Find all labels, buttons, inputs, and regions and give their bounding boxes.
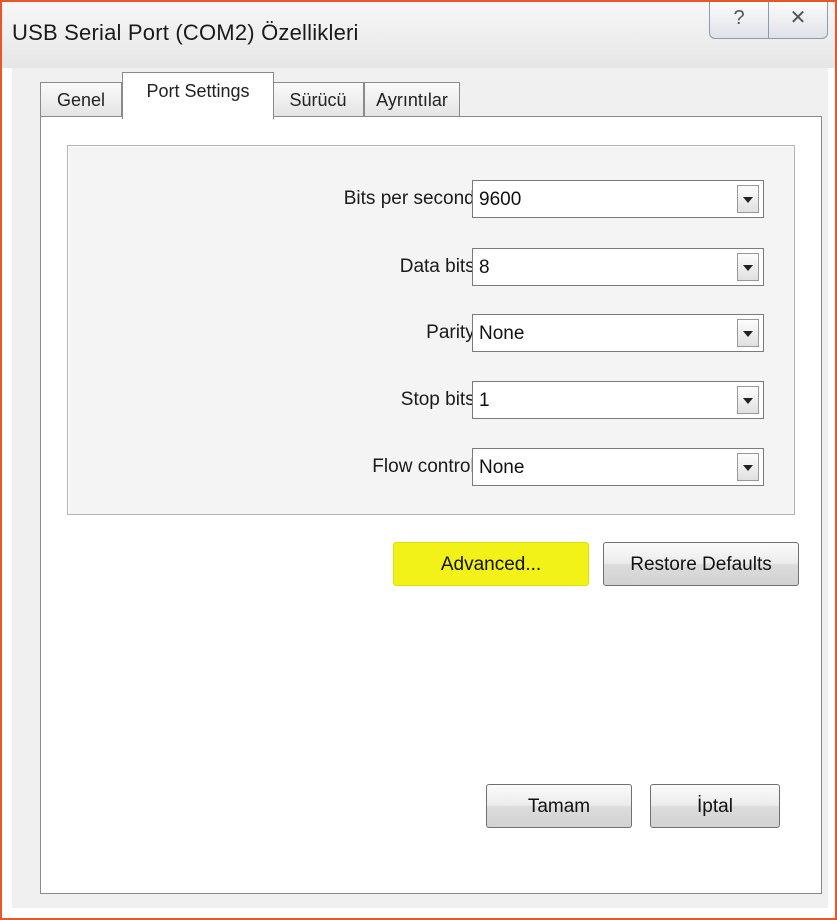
flow-control-row: Flow control: None — [68, 448, 794, 488]
dialog-body: Genel Port Settings Sürücü Ayrıntılar Bi… — [12, 68, 828, 908]
chevron-down-icon[interactable] — [737, 453, 759, 481]
chevron-down-icon[interactable] — [737, 253, 759, 281]
window-title: USB Serial Port (COM2) Özellikleri — [12, 20, 359, 45]
data-bits-value: 8 — [479, 257, 490, 278]
port-settings-group: Bits per second: 9600 Data bits: 8 Parit… — [67, 145, 795, 515]
chevron-down-icon[interactable] — [737, 185, 759, 213]
stop-bits-select[interactable]: 1 — [472, 381, 764, 419]
close-button[interactable]: ✕ — [768, 2, 828, 39]
parity-row: Parity: None — [68, 314, 794, 354]
stop-bits-row: Stop bits: 1 — [68, 381, 794, 421]
chevron-down-icon[interactable] — [737, 386, 759, 414]
cancel-button[interactable]: İptal — [650, 784, 780, 828]
stop-bits-label: Stop bits: — [400, 389, 480, 410]
flow-control-value: None — [479, 457, 525, 478]
chevron-down-icon[interactable] — [737, 319, 759, 347]
bits-per-second-label: Bits per second: — [343, 188, 480, 209]
title-bar[interactable]: USB Serial Port (COM2) Özellikleri ? ✕ — [2, 2, 835, 68]
port-settings-panel: Bits per second: 9600 Data bits: 8 Parit… — [40, 116, 822, 894]
flow-control-label: Flow control: — [372, 456, 480, 477]
bits-per-second-row: Bits per second: 9600 — [68, 180, 794, 220]
question-mark-icon: ? — [733, 7, 745, 29]
bits-per-second-select[interactable]: 9600 — [472, 180, 764, 218]
advanced-button[interactable]: Advanced... — [393, 542, 589, 586]
tab-port-settings[interactable]: Port Settings — [122, 72, 274, 119]
tab-ayrintilar[interactable]: Ayrıntılar — [364, 82, 460, 117]
stop-bits-value: 1 — [479, 390, 490, 411]
parity-select[interactable]: None — [472, 314, 764, 352]
flow-control-select[interactable]: None — [472, 448, 764, 486]
help-button[interactable]: ? — [709, 2, 769, 39]
parity-value: None — [479, 323, 525, 344]
data-bits-label: Data bits: — [399, 256, 480, 277]
bits-per-second-value: 9600 — [479, 189, 522, 210]
data-bits-select[interactable]: 8 — [472, 248, 764, 286]
tab-genel[interactable]: Genel — [40, 82, 122, 117]
tab-surucu[interactable]: Sürücü — [272, 82, 364, 117]
dialog-window: USB Serial Port (COM2) Özellikleri ? ✕ G… — [0, 0, 837, 920]
close-icon: ✕ — [789, 7, 807, 29]
ok-button[interactable]: Tamam — [486, 784, 632, 828]
restore-defaults-button[interactable]: Restore Defaults — [603, 542, 799, 586]
data-bits-row: Data bits: 8 — [68, 248, 794, 288]
